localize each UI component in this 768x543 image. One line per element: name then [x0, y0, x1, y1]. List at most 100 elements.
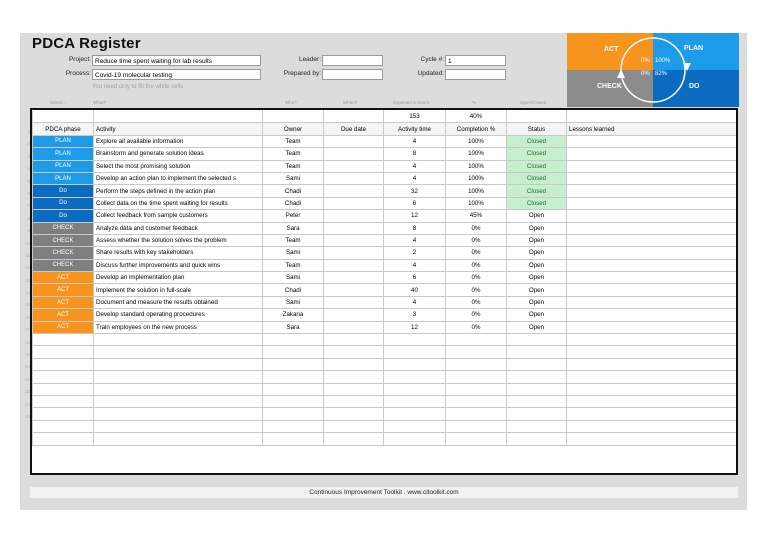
- lessons-cell[interactable]: [566, 271, 736, 285]
- status-cell[interactable]: Open: [506, 258, 567, 273]
- leader-field[interactable]: [322, 55, 383, 66]
- status-cell[interactable]: Open: [506, 221, 567, 235]
- due-date-cell[interactable]: [323, 283, 384, 297]
- empty-cell[interactable]: [383, 407, 446, 421]
- status-cell[interactable]: Closed: [506, 159, 567, 173]
- activity-cell[interactable]: Select the most promising solution: [93, 159, 263, 173]
- empty-cell[interactable]: [32, 407, 94, 421]
- empty-cell[interactable]: [506, 432, 567, 446]
- activity-cell[interactable]: Train employees on the new process: [93, 320, 263, 335]
- empty-cell[interactable]: [93, 419, 263, 434]
- empty-cell[interactable]: [383, 357, 446, 372]
- empty-cell[interactable]: [566, 407, 736, 421]
- prepared-by-field[interactable]: [322, 69, 383, 80]
- empty-cell[interactable]: [566, 432, 736, 446]
- status-cell[interactable]: Open: [506, 233, 567, 248]
- empty-cell[interactable]: [506, 345, 567, 359]
- completion-cell[interactable]: 0%: [445, 295, 507, 310]
- activity-cell[interactable]: Collect data on the time spent waiting f…: [93, 196, 263, 211]
- empty-cell[interactable]: [383, 333, 446, 347]
- empty-cell[interactable]: [383, 419, 446, 434]
- activity-time-cell[interactable]: 12: [383, 209, 446, 223]
- empty-cell[interactable]: [32, 382, 94, 397]
- activity-time-cell[interactable]: 12: [383, 320, 446, 335]
- status-cell[interactable]: Closed: [506, 184, 567, 198]
- activity-time-cell[interactable]: 3: [383, 308, 446, 322]
- empty-cell[interactable]: [445, 357, 507, 372]
- empty-cell[interactable]: [506, 357, 567, 372]
- activity-time-cell[interactable]: 4: [383, 233, 446, 248]
- completion-cell[interactable]: 0%: [445, 233, 507, 248]
- completion-cell[interactable]: 100%: [445, 196, 507, 211]
- owner-cell[interactable]: Sara: [262, 221, 324, 235]
- lessons-cell[interactable]: [566, 320, 736, 335]
- empty-cell[interactable]: [32, 432, 94, 446]
- activity-time-cell[interactable]: 4: [383, 258, 446, 273]
- empty-cell[interactable]: [383, 432, 446, 446]
- status-cell[interactable]: Closed: [506, 147, 567, 161]
- empty-cell[interactable]: [32, 357, 94, 372]
- completion-cell[interactable]: 0%: [445, 221, 507, 235]
- activity-time-cell[interactable]: 2: [383, 246, 446, 260]
- lessons-cell[interactable]: [566, 184, 736, 198]
- phase-cell[interactable]: Do: [32, 196, 94, 211]
- empty-cell[interactable]: [323, 333, 384, 347]
- due-date-cell[interactable]: [323, 184, 384, 198]
- activity-time-cell[interactable]: 4: [383, 295, 446, 310]
- activity-time-cell[interactable]: 40: [383, 283, 446, 297]
- due-date-cell[interactable]: [323, 209, 384, 223]
- empty-cell[interactable]: [93, 357, 263, 372]
- activity-time-cell[interactable]: 4: [383, 159, 446, 173]
- due-date-cell[interactable]: [323, 308, 384, 322]
- status-cell[interactable]: Open: [506, 209, 567, 223]
- empty-cell[interactable]: [566, 394, 736, 409]
- activity-time-cell[interactable]: 32: [383, 184, 446, 198]
- completion-cell[interactable]: 0%: [445, 283, 507, 297]
- activity-cell[interactable]: Analyze data and customer feedback: [93, 221, 263, 235]
- owner-cell[interactable]: Team: [262, 258, 324, 273]
- empty-cell[interactable]: [262, 407, 324, 421]
- empty-cell[interactable]: [445, 419, 507, 434]
- empty-cell[interactable]: [323, 419, 384, 434]
- owner-cell[interactable]: Zakaria: [262, 308, 324, 322]
- lessons-cell[interactable]: [566, 246, 736, 260]
- status-cell[interactable]: Open: [506, 320, 567, 335]
- completion-cell[interactable]: 0%: [445, 320, 507, 335]
- empty-cell[interactable]: [566, 333, 736, 347]
- activity-cell[interactable]: Develop an action plan to implement the …: [93, 171, 263, 186]
- empty-cell[interactable]: [32, 394, 94, 409]
- phase-cell[interactable]: ACT: [32, 283, 94, 297]
- empty-cell[interactable]: [445, 394, 507, 409]
- empty-cell[interactable]: [93, 407, 263, 421]
- completion-cell[interactable]: 100%: [445, 134, 507, 149]
- empty-cell[interactable]: [566, 357, 736, 372]
- empty-cell[interactable]: [323, 357, 384, 372]
- due-date-cell[interactable]: [323, 221, 384, 235]
- owner-cell[interactable]: Peter: [262, 209, 324, 223]
- empty-cell[interactable]: [445, 382, 507, 397]
- empty-cell[interactable]: [506, 370, 567, 384]
- owner-cell[interactable]: Chadi: [262, 184, 324, 198]
- status-cell[interactable]: Open: [506, 295, 567, 310]
- activity-time-cell[interactable]: 4: [383, 171, 446, 186]
- due-date-cell[interactable]: [323, 320, 384, 335]
- lessons-cell[interactable]: [566, 196, 736, 211]
- phase-cell[interactable]: Do: [32, 184, 94, 198]
- activity-cell[interactable]: Brainstorm and generate solution ideas: [93, 147, 263, 161]
- owner-cell[interactable]: Team: [262, 233, 324, 248]
- activity-cell[interactable]: Explore all available information: [93, 134, 263, 149]
- due-date-cell[interactable]: [323, 159, 384, 173]
- empty-cell[interactable]: [445, 333, 507, 347]
- lessons-cell[interactable]: [566, 147, 736, 161]
- phase-cell[interactable]: CHECK: [32, 221, 94, 235]
- owner-cell[interactable]: Sami: [262, 295, 324, 310]
- empty-cell[interactable]: [445, 370, 507, 384]
- due-date-cell[interactable]: [323, 246, 384, 260]
- activity-time-cell[interactable]: 4: [383, 134, 446, 149]
- empty-cell[interactable]: [445, 345, 507, 359]
- empty-cell[interactable]: [32, 345, 94, 359]
- empty-cell[interactable]: [566, 419, 736, 434]
- activity-time-cell[interactable]: 8: [383, 221, 446, 235]
- owner-cell[interactable]: Chadi: [262, 196, 324, 211]
- updated-field[interactable]: [445, 69, 506, 80]
